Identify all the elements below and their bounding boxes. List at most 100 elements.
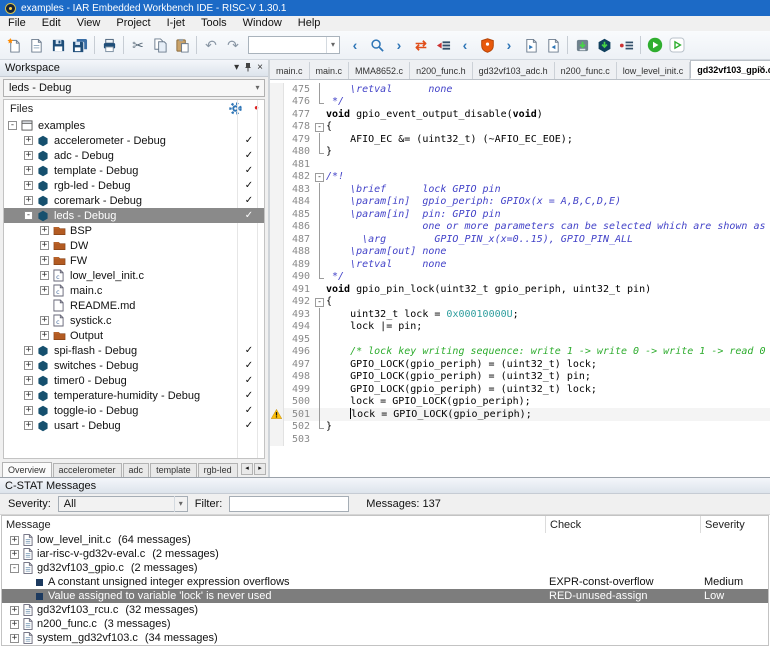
code-line[interactable]: 485 \param[in] pin: GPIO pin bbox=[270, 208, 770, 221]
cut-button[interactable]: ✂ bbox=[127, 34, 149, 56]
code-line[interactable]: 481 bbox=[270, 158, 770, 171]
tree-expander-icon[interactable]: + bbox=[24, 391, 33, 400]
workspace-tab-rgb-led[interactable]: rgb-led bbox=[197, 463, 238, 477]
tree-item-accelerometer-debug[interactable]: + accelerometer - Debug ✓ bbox=[4, 133, 264, 148]
files-column-header[interactable]: Files ● bbox=[4, 100, 264, 118]
workspace-tab-overview[interactable]: Overview bbox=[2, 462, 52, 477]
tree-expander-icon[interactable]: + bbox=[24, 196, 33, 205]
tree-item-coremark-debug[interactable]: + coremark - Debug ✓ bbox=[4, 193, 264, 208]
tree-expander-icon[interactable]: + bbox=[40, 286, 49, 295]
code-line[interactable]: 502} bbox=[270, 420, 770, 433]
next-doc-button[interactable] bbox=[542, 34, 564, 56]
menu-item-file[interactable]: File bbox=[0, 16, 34, 31]
tree-item-temperature-humidity-debug[interactable]: + temperature-humidity - Debug ✓ bbox=[4, 388, 264, 403]
save-button[interactable] bbox=[47, 34, 69, 56]
redo-button[interactable]: ↷ bbox=[222, 34, 244, 56]
scroll-right-icon[interactable]: ▸ bbox=[254, 463, 266, 475]
menu-item-i-jet[interactable]: I-jet bbox=[159, 16, 193, 31]
code-line[interactable]: 500 lock = GPIO_LOCK(gpio_periph); bbox=[270, 395, 770, 408]
settings-gear-icon[interactable] bbox=[229, 102, 242, 118]
code-line[interactable]: 484 \param[in] gpio_periph: GPIOx(x = A,… bbox=[270, 195, 770, 208]
workspace-tab-accelerometer[interactable]: accelerometer bbox=[52, 463, 122, 477]
download-flash-button[interactable] bbox=[571, 34, 593, 56]
code-line[interactable]: 494 lock |= pin; bbox=[270, 320, 770, 333]
paste-button[interactable] bbox=[171, 34, 193, 56]
tree-expander-icon[interactable]: + bbox=[24, 361, 33, 370]
copy-button[interactable] bbox=[149, 34, 171, 56]
menu-item-tools[interactable]: Tools bbox=[193, 16, 235, 31]
code-line[interactable]: 477 void gpio_event_output_disable(void) bbox=[270, 108, 770, 121]
tree-expander-icon[interactable]: + bbox=[24, 166, 33, 175]
tree-expander-icon[interactable]: + bbox=[24, 346, 33, 355]
chevron-down-icon[interactable]: ▾ bbox=[326, 37, 339, 53]
code-line[interactable]: 492-{ bbox=[270, 295, 770, 308]
editor-tab-n200-func-h-3[interactable]: n200_func.h bbox=[410, 62, 473, 79]
editor-tab-low-level-init-c-6[interactable]: low_level_init.c bbox=[617, 62, 691, 79]
tree-expander-icon[interactable]: + bbox=[40, 316, 49, 325]
nav-forward-button[interactable]: › bbox=[388, 34, 410, 56]
workspace-tab-adc[interactable]: adc bbox=[122, 463, 150, 477]
tree-item-systick-c[interactable]: + c systick.c bbox=[4, 313, 264, 328]
nav-back-button[interactable]: ‹ bbox=[344, 34, 366, 56]
debug-button[interactable] bbox=[666, 34, 688, 56]
goto-list-button[interactable] bbox=[432, 34, 454, 56]
column-header-message[interactable]: Message bbox=[2, 519, 545, 531]
editor-tab-gd32vf103-adc-h-4[interactable]: gd32vf103_adc.h bbox=[473, 62, 555, 79]
download-board-button[interactable] bbox=[593, 34, 615, 56]
cstat-row-iar-risc-v-gd32v-eval-c[interactable]: + iar-risc-v-gd32v-eval.c (2 messages) bbox=[2, 547, 768, 561]
tree-item-leds-debug[interactable]: - leds - Debug ✓ bbox=[4, 208, 264, 223]
tree-item-output[interactable]: + Output bbox=[4, 328, 264, 343]
tree-expander-icon[interactable]: - bbox=[24, 211, 33, 220]
workspace-tab-template[interactable]: template bbox=[150, 463, 197, 477]
tree-expander-icon[interactable]: + bbox=[10, 633, 19, 643]
prev-chevron-button[interactable]: ‹ bbox=[454, 34, 476, 56]
menu-item-help[interactable]: Help bbox=[290, 16, 329, 31]
tree-item-bsp[interactable]: + BSP bbox=[4, 223, 264, 238]
editor-tab-main-c-1[interactable]: main.c bbox=[310, 62, 350, 79]
tree-expander-icon[interactable]: + bbox=[40, 271, 49, 280]
run-button[interactable] bbox=[644, 34, 666, 56]
close-icon[interactable]: × bbox=[257, 63, 263, 73]
tree-item-switches-debug[interactable]: + switches - Debug ✓ bbox=[4, 358, 264, 373]
code-line[interactable]: 487 \arg GPIO_PIN_x(x=0..15), GPIO_PIN_A… bbox=[270, 233, 770, 246]
tree-item-rgb-led-debug[interactable]: + rgb-led - Debug ✓ bbox=[4, 178, 264, 193]
tree-expander-icon[interactable]: + bbox=[24, 376, 33, 385]
tree-item-readme-md[interactable]: README.md bbox=[4, 298, 264, 313]
tree-item-adc-debug[interactable]: + adc - Debug ✓ bbox=[4, 148, 264, 163]
code-line[interactable]: 483 \brief lock GPIO pin bbox=[270, 183, 770, 196]
code-line[interactable]: 479 AFIO_EC &= (uint32_t) (~AFIO_EC_EOE)… bbox=[270, 133, 770, 146]
tree-expander-icon[interactable]: + bbox=[24, 136, 33, 145]
fold-collapse-icon[interactable]: - bbox=[315, 297, 324, 307]
code-line[interactable]: 491 void gpio_pin_lock(uint32_t gpio_peri… bbox=[270, 283, 770, 296]
toolbar-search-input[interactable] bbox=[249, 37, 326, 53]
tree-expander-icon[interactable]: + bbox=[40, 331, 49, 340]
code-line[interactable]: 503 bbox=[270, 433, 770, 446]
next-chevron-button[interactable]: › bbox=[498, 34, 520, 56]
code-editor-area[interactable]: 475 \retval none 476 */477 void gpio_event… bbox=[270, 80, 770, 477]
cstat-row-low-level-init-c[interactable]: + low_level_init.c (64 messages) bbox=[2, 533, 768, 547]
save-all-button[interactable] bbox=[69, 34, 91, 56]
code-line[interactable]: 499 GPIO_LOCK(gpio_periph) = (uint32_t) … bbox=[270, 383, 770, 396]
tree-expander-icon[interactable]: + bbox=[24, 151, 33, 160]
cstat-row-value-assigned-to-variable-lock-is-never-used[interactable]: Value assigned to variable 'lock' is nev… bbox=[2, 589, 768, 603]
panel-menu-chevron-icon[interactable]: ▾ bbox=[234, 63, 239, 73]
cstat-row-gd32vf103-rcu-c[interactable]: + gd32vf103_rcu.c (32 messages) bbox=[2, 603, 768, 617]
code-line[interactable]: 475 \retval none bbox=[270, 83, 770, 96]
tree-item-main-c[interactable]: + c main.c bbox=[4, 283, 264, 298]
code-line[interactable]: 488 \param[out] none bbox=[270, 245, 770, 258]
menu-item-window[interactable]: Window bbox=[235, 16, 290, 31]
editor-tab-mma8652-c-2[interactable]: MMA8652.c bbox=[349, 62, 411, 79]
tree-item-examples[interactable]: - examples bbox=[4, 118, 264, 133]
code-line[interactable]: 489 \retval none bbox=[270, 258, 770, 271]
column-header-check[interactable]: Check bbox=[545, 516, 700, 533]
menu-item-view[interactable]: View bbox=[69, 16, 109, 31]
tree-expander-icon[interactable]: + bbox=[24, 421, 33, 430]
tree-expander-icon[interactable]: + bbox=[10, 619, 19, 629]
tree-expander-icon[interactable]: + bbox=[24, 181, 33, 190]
scroll-left-icon[interactable]: ◂ bbox=[241, 463, 253, 475]
tree-expander-icon[interactable]: + bbox=[40, 256, 49, 265]
tree-item-timer0-debug[interactable]: + timer0 - Debug ✓ bbox=[4, 373, 264, 388]
severity-dropdown[interactable]: All ▾ bbox=[57, 496, 188, 512]
code-line[interactable]: 482-/*! bbox=[270, 170, 770, 183]
menu-item-edit[interactable]: Edit bbox=[34, 16, 69, 31]
